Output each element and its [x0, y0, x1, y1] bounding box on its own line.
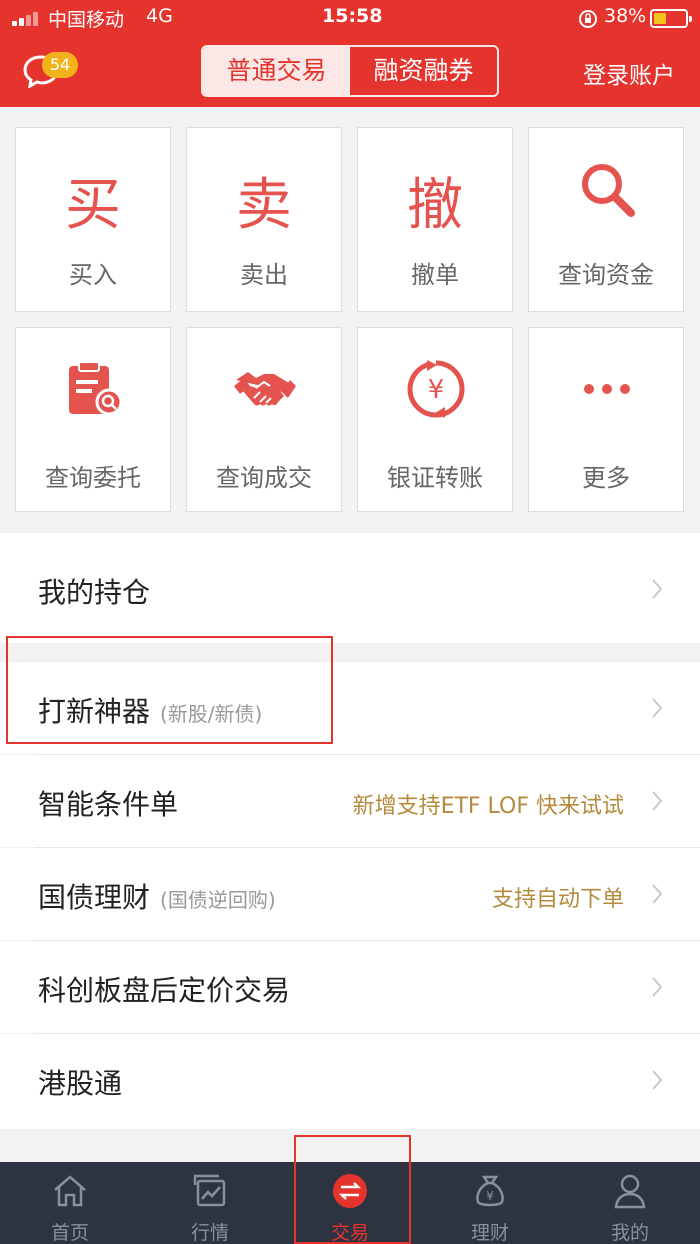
chevron-right-icon: [652, 1070, 663, 1090]
carrier: 中国移动: [48, 9, 125, 31]
condition-note: 新增支持ETF LOF 快来试试: [352, 794, 624, 819]
buy-tile[interactable]: 买 买入: [15, 127, 171, 312]
buy-glyph: 买: [65, 173, 121, 238]
condition-title: 智能条件单: [38, 788, 179, 821]
menu-hk-connect[interactable]: 港股通: [0, 1034, 700, 1129]
tab-market[interactable]: 行情: [140, 1162, 280, 1244]
yen-transfer-icon: ¥: [407, 360, 465, 418]
trade-type-switch: 普通交易 融资融券: [201, 45, 499, 97]
menu-bond[interactable]: 国债理财 (国债逆回购) 支持自动下单: [0, 848, 700, 940]
handshake-icon: [234, 372, 296, 406]
sell-glyph: 卖: [236, 173, 292, 238]
tab-home-label: 首页: [50, 1222, 89, 1244]
sell-tile[interactable]: 卖 卖出: [186, 127, 342, 312]
holdings-title: 我的持仓: [38, 576, 151, 609]
wealth-icon: ¥: [476, 1175, 504, 1207]
profile-icon: [614, 1174, 646, 1209]
bond-note: 支持自动下单: [491, 887, 624, 912]
tab-normal-trading[interactable]: 普通交易: [203, 47, 350, 95]
svg-text:¥: ¥: [486, 1189, 494, 1203]
quick-action-grid: 买 买入 卖 卖出 撤 撤单 查询资金 查询委托 查询成交 ¥ 银证转账 更多: [15, 127, 687, 513]
clipboard-icon: [69, 361, 123, 416]
menu-holdings[interactable]: 我的持仓: [0, 533, 700, 643]
app-header: 中国移动 4G 15:58 38% 54 普通交易 融资融券 登录账户: [0, 0, 700, 107]
search-icon: [582, 164, 635, 217]
rotation-lock-icon: [579, 10, 597, 28]
tab-home[interactable]: 首页: [0, 1162, 140, 1244]
menu-condition-order[interactable]: 智能条件单 新增支持ETF LOF 快来试试: [0, 755, 700, 847]
chevron-right-icon: [652, 579, 663, 599]
bank-transfer-label: 银证转账: [387, 464, 483, 492]
bond-subtitle: (国债逆回购): [160, 888, 276, 912]
signal-icon: [12, 12, 40, 26]
query-deals-tile[interactable]: 查询成交: [186, 327, 342, 512]
chevron-right-icon: [652, 698, 663, 718]
more-tile[interactable]: 更多: [528, 327, 684, 512]
battery-icon: [650, 9, 692, 28]
chevron-right-icon: [652, 977, 663, 997]
tab-wealth[interactable]: ¥ 理财: [420, 1162, 560, 1244]
svg-text:¥: ¥: [428, 375, 445, 405]
highlight-box: [294, 1135, 411, 1244]
cancel-order-tile[interactable]: 撤 撤单: [357, 127, 513, 312]
sell-label: 卖出: [240, 261, 288, 289]
chevron-right-icon: [652, 791, 663, 811]
cancel-order-label: 撤单: [411, 261, 459, 289]
tab-wealth-label: 理财: [470, 1222, 509, 1244]
home-icon: [54, 1175, 86, 1207]
chevron-right-icon: [652, 884, 663, 904]
more-dots-icon: [584, 384, 630, 394]
battery-percent: 38%: [604, 5, 647, 27]
tab-margin-trading[interactable]: 融资融券: [350, 47, 497, 95]
menu-star-market[interactable]: 科创板盘后定价交易: [0, 941, 700, 1033]
hk-title: 港股通: [38, 1067, 123, 1100]
bank-transfer-tile[interactable]: ¥ 银证转账: [357, 327, 513, 512]
highlight-box: [6, 636, 333, 744]
tab-market-label: 行情: [190, 1222, 229, 1244]
tab-profile[interactable]: 我的: [560, 1162, 700, 1244]
query-funds-label: 查询资金: [558, 261, 654, 289]
query-orders-tile[interactable]: 查询委托: [15, 327, 171, 512]
query-funds-tile[interactable]: 查询资金: [528, 127, 684, 312]
network: 4G: [146, 5, 173, 27]
star-title: 科创板盘后定价交易: [38, 974, 291, 1007]
cancel-glyph: 撤: [407, 173, 463, 238]
query-orders-label: 查询委托: [45, 464, 141, 492]
more-label: 更多: [582, 464, 630, 492]
query-deals-label: 查询成交: [216, 464, 312, 492]
bond-title: 国债理财 (国债逆回购): [38, 881, 276, 914]
message-count-badge: 54: [42, 52, 78, 78]
tab-profile-label: 我的: [610, 1222, 649, 1244]
market-icon: [193, 1174, 226, 1207]
login-button[interactable]: 登录账户: [583, 56, 675, 90]
status-bar: 中国移动 4G 15:58 38%: [0, 0, 700, 36]
buy-label: 买入: [69, 261, 117, 289]
clock: 15:58: [322, 5, 383, 27]
